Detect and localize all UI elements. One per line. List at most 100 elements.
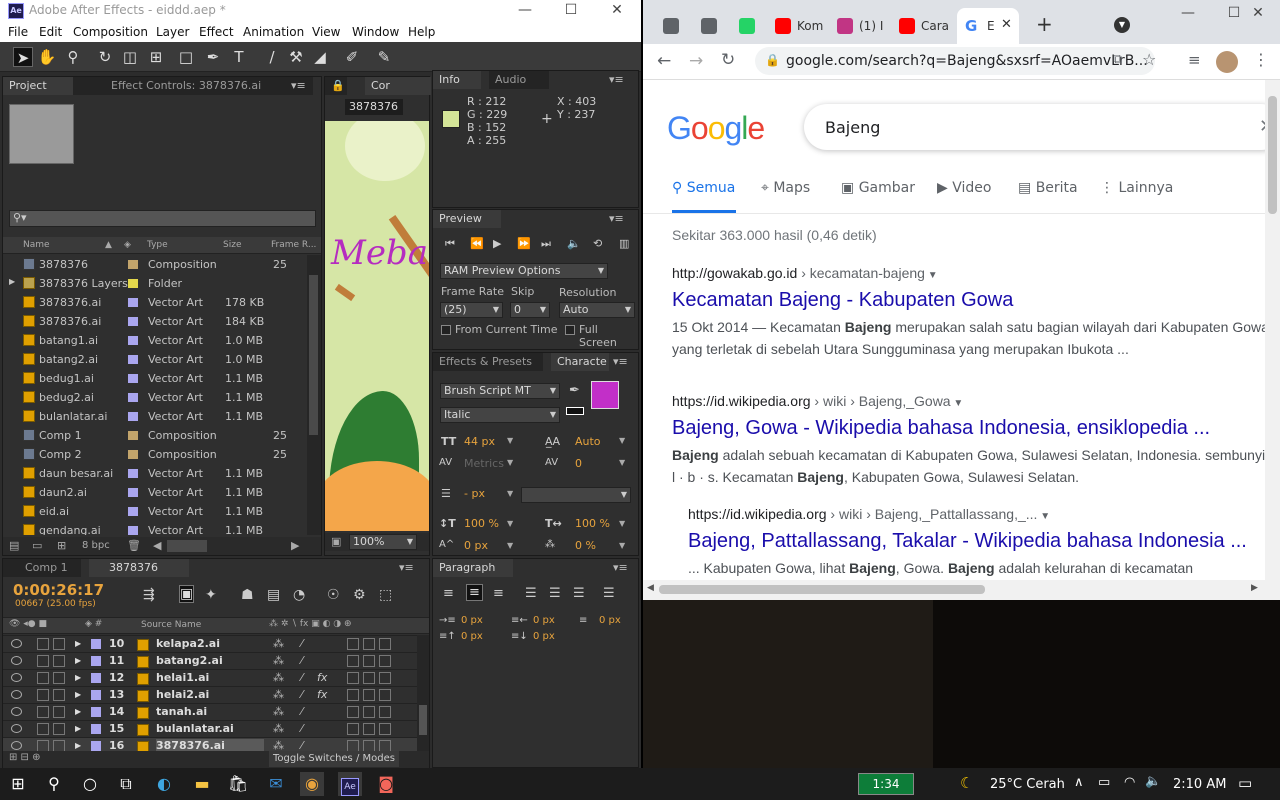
label-col-icon[interactable]: ◈	[124, 240, 131, 250]
quality-switch-icon[interactable]: ⁄	[301, 637, 303, 650]
tab-comp1[interactable]: Comp 1	[3, 559, 81, 577]
shy-switch-icon[interactable]: ⁂	[273, 705, 284, 718]
layer-switch-box[interactable]	[347, 655, 359, 667]
minimize-button[interactable]: —	[1165, 3, 1211, 25]
timeline-layer-row[interactable]: ▶ 13 helai2.ai ⁂ ⁄ fx	[3, 686, 417, 703]
indent-right-value[interactable]: 0 px	[533, 615, 555, 626]
frame-rate-dropdown[interactable]: (25)	[440, 302, 503, 318]
scroll-right-icon[interactable]: ▶	[1251, 583, 1258, 593]
last-frame-icon[interactable]: ⏭	[541, 237, 551, 251]
menu-effect[interactable]: Effect	[199, 25, 234, 39]
label-color[interactable]	[91, 690, 101, 700]
project-item[interactable]: eid.ai Vector Art 1.1 MB	[3, 502, 303, 521]
project-item[interactable]: batang1.ai Vector Art 1.0 MB	[3, 331, 303, 350]
layer-switch-box[interactable]	[347, 638, 359, 650]
file-explorer-icon[interactable]: ▬	[190, 772, 214, 796]
project-vertical-scrollbar[interactable]	[307, 255, 321, 535]
label-color[interactable]	[128, 317, 138, 326]
layer-switch-box[interactable]	[53, 723, 65, 735]
frame-blending-icon[interactable]: ▤	[267, 587, 280, 603]
menu-help[interactable]: Help	[408, 25, 435, 39]
font-style-dropdown[interactable]: Italic	[440, 407, 560, 423]
close-button[interactable]: ✕	[1235, 3, 1280, 25]
chevron-down-icon[interactable]: ▼	[619, 436, 625, 445]
type-tool-icon[interactable]: T	[229, 47, 249, 67]
col-name[interactable]: Name	[23, 240, 50, 250]
project-item[interactable]: bedug2.ai Vector Art 1.1 MB	[3, 388, 303, 407]
col-size[interactable]: Size	[223, 240, 241, 250]
expand-arrow-icon[interactable]: ▶	[75, 724, 81, 733]
result-title-link[interactable]: Kecamatan Bajeng - Kabupaten Gowa	[672, 289, 1272, 312]
timecode-display[interactable]: 0:00:26:17	[13, 581, 104, 599]
layer-switch-box[interactable]	[347, 689, 359, 701]
timeline-layer-row[interactable]: ▶ 12 helai1.ai ⁂ ⁄ fx	[3, 669, 417, 686]
omnibox[interactable]: 🔒 google.com/search?q=Bajeng&sxsrf=AOaem…	[755, 47, 1156, 75]
layer-switch-box[interactable]	[363, 672, 375, 684]
store-icon[interactable]: 🛍	[226, 772, 250, 796]
expand-arrow-icon[interactable]: ▶	[75, 707, 81, 716]
scroll-thumb[interactable]	[659, 585, 985, 594]
justify-all-icon[interactable]: ☰	[603, 586, 615, 601]
layer-switch-box[interactable]	[53, 655, 65, 667]
composition-canvas[interactable]: Meba	[325, 121, 429, 531]
live-update-icon[interactable]: ▣	[179, 585, 195, 603]
label-color[interactable]	[128, 298, 138, 307]
panel-menu-icon[interactable]: ▾≡	[613, 561, 628, 574]
project-item[interactable]: bedug1.ai Vector Art 1.1 MB	[3, 369, 303, 388]
justify-center-icon[interactable]: ☰	[549, 586, 561, 601]
page-vertical-scrollbar[interactable]	[1265, 80, 1280, 580]
zoom-dropdown[interactable]: 100%	[349, 534, 417, 550]
result-menu-icon[interactable]: ▼	[925, 270, 938, 281]
label-color[interactable]	[128, 374, 138, 383]
url-text[interactable]: google.com/search?q=Bajeng&sxsrf=AOaemvL…	[786, 53, 1148, 69]
label-color[interactable]	[91, 741, 101, 751]
task-view-icon[interactable]: ⧉	[114, 772, 138, 796]
cortana-icon[interactable]: ○	[78, 772, 102, 796]
draft-3d-icon[interactable]: ✦	[205, 587, 217, 603]
project-item[interactable]: daun2.ai Vector Art 1.1 MB	[3, 483, 303, 502]
label-color[interactable]	[128, 393, 138, 402]
search-icon[interactable]: ⚲	[42, 772, 66, 796]
quality-switch-icon[interactable]: ⁄	[301, 688, 303, 701]
tab-preview[interactable]: Preview	[433, 210, 501, 228]
prev-frame-icon[interactable]: ⏪	[470, 237, 484, 250]
camera-tool-icon[interactable]: ◫	[120, 47, 140, 67]
nav-video[interactable]: ▶ Video	[937, 180, 991, 196]
new-folder-icon[interactable]: ▭	[32, 539, 42, 552]
next-frame-icon[interactable]: ⏩	[517, 237, 531, 250]
chevron-down-icon[interactable]: ▼	[619, 519, 625, 528]
tab-effects-presets[interactable]: Effects & Presets	[433, 353, 543, 371]
layer-switch-box[interactable]	[53, 706, 65, 718]
app-icon[interactable]: ◙	[374, 772, 398, 796]
layer-switch-box[interactable]	[53, 689, 65, 701]
project-item[interactable]: batang2.ai Vector Art 1.0 MB	[3, 350, 303, 369]
eraser-tool-icon[interactable]: ◢	[310, 47, 330, 67]
label-color[interactable]	[128, 336, 138, 345]
project-item[interactable]: 3878376.ai Vector Art 178 KB	[3, 293, 303, 312]
layer-switch-box[interactable]	[347, 706, 359, 718]
layer-source-name[interactable]: helai1.ai	[156, 671, 209, 684]
zoom-tool-icon[interactable]: ⚲	[63, 47, 83, 67]
visibility-eye-icon[interactable]	[11, 639, 22, 648]
browser-tab[interactable]: (1) I	[837, 8, 893, 42]
project-item[interactable]: 3878376.ai Vector Art 184 KB	[3, 312, 303, 331]
brainstorm-icon[interactable]: ☉	[327, 587, 340, 603]
motion-blur-icon[interactable]: ◔	[293, 587, 305, 603]
kerning-value[interactable]: Metrics	[464, 457, 504, 470]
layer-switch-box[interactable]	[53, 638, 65, 650]
visibility-eye-icon[interactable]	[11, 707, 22, 716]
minimize-button[interactable]: —	[502, 0, 548, 22]
resolution-dropdown[interactable]: Auto	[559, 302, 635, 318]
project-item[interactable]: daun besar.ai Vector Art 1.1 MB	[3, 464, 303, 483]
font-size-value[interactable]: 44 px	[464, 435, 495, 448]
expand-icons[interactable]: ⊞ ⊟ ⊕	[9, 752, 41, 763]
col-type[interactable]: Type	[147, 240, 168, 250]
fx-switch[interactable]: fx	[317, 671, 327, 684]
google-logo[interactable]: Google	[667, 110, 765, 147]
ram-preview-options-dropdown[interactable]: RAM Preview Options	[440, 263, 608, 279]
layer-switch-box[interactable]	[363, 723, 375, 735]
expand-arrow-icon[interactable]: ▶	[75, 741, 81, 750]
tab-audio[interactable]: Audio	[489, 71, 549, 89]
panel-menu-icon[interactable]: ▾≡	[609, 212, 624, 225]
volume-icon[interactable]: 🔈	[1145, 774, 1161, 789]
